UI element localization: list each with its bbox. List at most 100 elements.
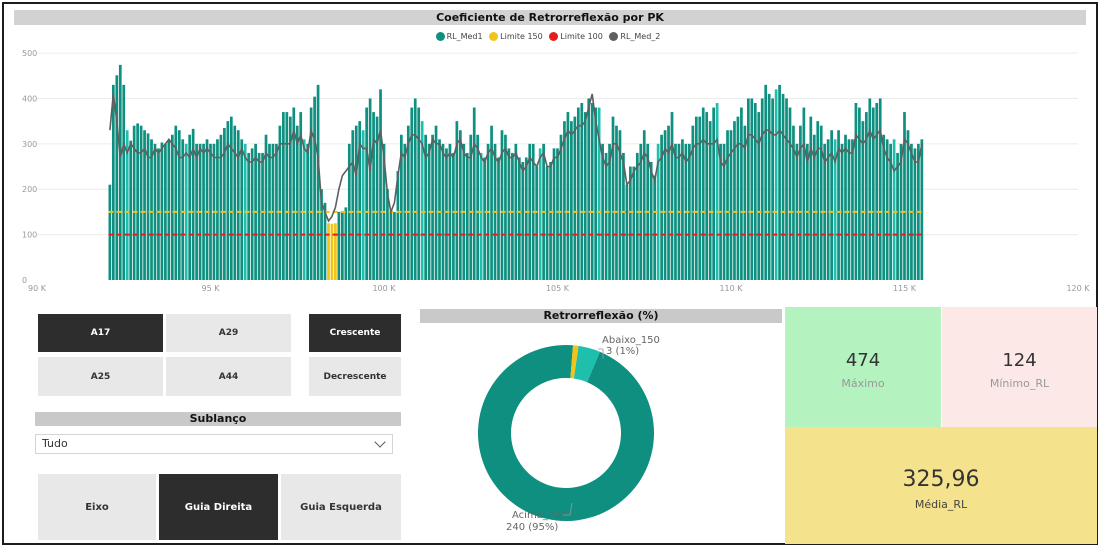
bar bbox=[750, 98, 754, 280]
bar bbox=[261, 152, 264, 280]
bar bbox=[913, 148, 917, 280]
bar bbox=[365, 107, 369, 281]
bar bbox=[545, 166, 549, 280]
bar bbox=[868, 98, 872, 280]
bar bbox=[257, 152, 261, 280]
donut-title: Retrorreflexão (%) bbox=[420, 309, 782, 323]
bar bbox=[698, 116, 702, 280]
bar bbox=[115, 75, 119, 280]
bar bbox=[316, 84, 320, 280]
bar bbox=[580, 103, 584, 280]
card-avg-label: Média_RL bbox=[914, 498, 968, 511]
legend-item-limite-150[interactable]: Limite 150 bbox=[489, 32, 543, 41]
bar bbox=[625, 184, 629, 280]
bar bbox=[746, 98, 750, 280]
bar bbox=[778, 84, 781, 280]
route-button-a29[interactable]: A29 bbox=[166, 314, 291, 352]
legend-item-rl-med-2[interactable]: RL_Med_2 bbox=[609, 32, 660, 41]
legend-item-limite-100[interactable]: Limite 100 bbox=[549, 32, 603, 41]
bar bbox=[313, 96, 316, 281]
bar bbox=[844, 134, 847, 280]
chart-title: Coeficiente de Retrorreflexão por PK bbox=[14, 10, 1086, 25]
bar bbox=[136, 123, 139, 280]
bar bbox=[590, 103, 594, 280]
bar bbox=[504, 134, 507, 280]
bar bbox=[361, 130, 365, 280]
bar bbox=[816, 121, 820, 281]
bar bbox=[771, 98, 774, 280]
bar bbox=[903, 112, 906, 280]
bar bbox=[538, 148, 542, 280]
bar bbox=[566, 112, 570, 280]
bar bbox=[851, 139, 854, 280]
bar bbox=[760, 98, 764, 280]
route-button-a17[interactable]: A17 bbox=[38, 314, 163, 352]
bar bbox=[535, 166, 539, 280]
bar bbox=[205, 139, 209, 280]
order-button-decrescente[interactable]: Decrescente bbox=[309, 357, 401, 396]
sublanco-selected-value: Tudo bbox=[42, 437, 68, 450]
donut-label-abaixo-value: 3 (1%) bbox=[606, 346, 639, 357]
bar bbox=[670, 112, 674, 280]
bar bbox=[458, 130, 462, 280]
route-button-a44[interactable]: A44 bbox=[166, 357, 291, 396]
bar bbox=[708, 121, 712, 281]
legend-item-rl-med1[interactable]: RL_Med1 bbox=[435, 32, 483, 41]
bar bbox=[576, 107, 580, 281]
bar bbox=[139, 125, 143, 280]
bar bbox=[781, 93, 785, 280]
bar bbox=[483, 157, 486, 280]
bar bbox=[351, 130, 355, 280]
bar bbox=[521, 162, 525, 280]
bar bbox=[389, 211, 393, 280]
bar bbox=[327, 223, 330, 280]
bar bbox=[379, 89, 382, 280]
card-min-label: Mínimo_RL bbox=[989, 377, 1050, 390]
x-tick-label: 105 K bbox=[546, 284, 570, 293]
bar bbox=[701, 107, 705, 281]
order-button-crescente[interactable]: Crescente bbox=[309, 314, 401, 352]
bar bbox=[549, 162, 552, 280]
side-button-guia-direita[interactable]: Guia Direita bbox=[159, 474, 278, 540]
bar bbox=[559, 134, 563, 280]
bar bbox=[632, 166, 636, 280]
bar bbox=[601, 143, 604, 280]
bar bbox=[892, 139, 896, 280]
y-tick-label: 300 bbox=[22, 140, 37, 149]
bar bbox=[674, 143, 677, 280]
bar bbox=[788, 107, 792, 281]
bar bbox=[111, 84, 115, 280]
bar bbox=[885, 139, 889, 280]
bar bbox=[233, 125, 237, 280]
legend-label: RL_Med1 bbox=[446, 32, 483, 41]
bar bbox=[153, 143, 157, 280]
bar bbox=[715, 103, 719, 280]
bar bbox=[896, 152, 899, 280]
bar bbox=[157, 148, 160, 280]
legend-dot-icon bbox=[609, 32, 619, 41]
bar bbox=[615, 125, 618, 280]
bar bbox=[150, 139, 153, 280]
bar bbox=[372, 112, 375, 280]
sublanco-title: Sublanço bbox=[35, 412, 401, 426]
y-tick-label: 100 bbox=[22, 231, 37, 240]
side-button-eixo[interactable]: Eixo bbox=[38, 474, 156, 540]
bar bbox=[129, 140, 133, 280]
bar bbox=[452, 152, 455, 280]
route-button-a25[interactable]: A25 bbox=[38, 357, 163, 396]
bar bbox=[785, 98, 788, 280]
bar bbox=[681, 139, 684, 280]
bar bbox=[438, 139, 441, 280]
retrorreflexao-donut: Abaixo_150 3 (1%) Acima_200 240 (95%) bbox=[478, 335, 660, 533]
card-max-label: Máximo bbox=[841, 377, 885, 390]
donut-slice-acima_200[interactable] bbox=[478, 345, 654, 521]
legend-label: Limite 150 bbox=[500, 32, 543, 41]
x-tick-label: 95 K bbox=[202, 284, 221, 293]
bar bbox=[556, 148, 559, 280]
bar bbox=[240, 139, 244, 280]
side-button-guia-esquerda[interactable]: Guia Esquerda bbox=[281, 474, 401, 540]
card-avg-value: 325,96 bbox=[902, 467, 980, 492]
sublanco-dropdown[interactable]: Tudo bbox=[35, 434, 393, 454]
bar bbox=[344, 207, 348, 280]
bar bbox=[563, 121, 566, 281]
